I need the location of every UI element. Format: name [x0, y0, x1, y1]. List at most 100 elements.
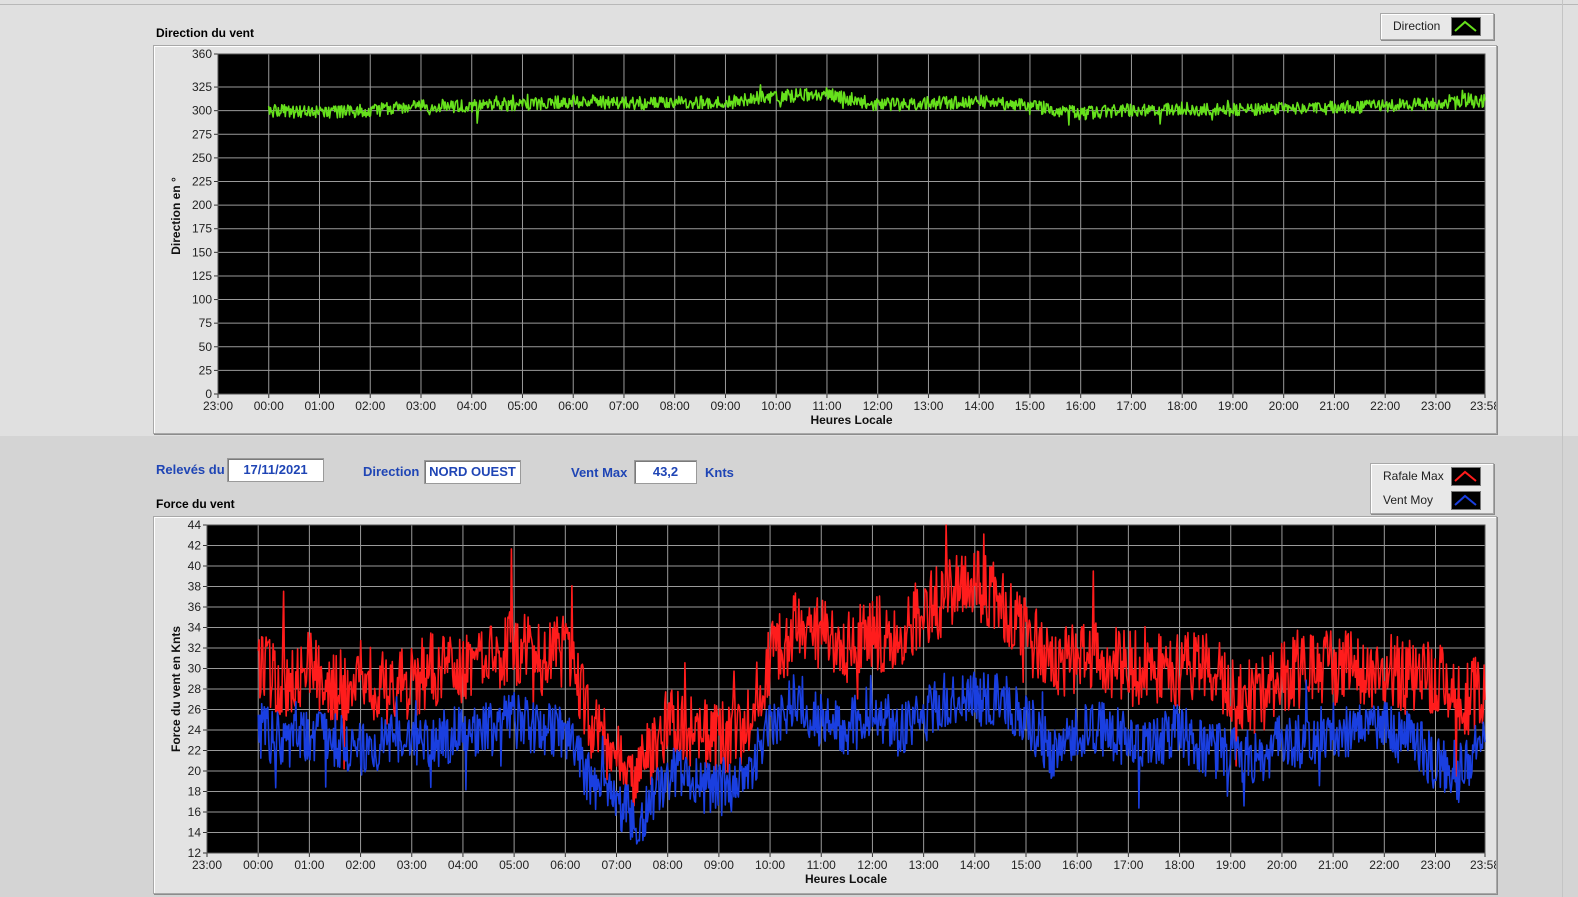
legend-item-vent-moy[interactable]: Vent Moy: [1371, 488, 1493, 512]
x-tick-label: 00:00: [243, 858, 273, 872]
right-separator: [1562, 0, 1563, 897]
legend-item-direction[interactable]: Direction: [1381, 14, 1493, 38]
y-tick-label: 34: [188, 621, 202, 635]
x-tick-label: 03:00: [397, 858, 427, 872]
x-tick-label: 14:00: [964, 399, 994, 413]
direction-swatch-icon: [1451, 17, 1481, 36]
y-tick-label: 22: [188, 744, 202, 758]
y-tick-label: 36: [188, 600, 202, 614]
y-tick-label: 40: [188, 559, 202, 573]
x-tick-label: 20:00: [1267, 858, 1297, 872]
y-axis-label: Force du vent en Knts: [169, 626, 183, 752]
y-tick-label: 38: [188, 580, 202, 594]
y-tick-label: 44: [188, 518, 202, 532]
x-tick-label: 23:58: [1470, 858, 1496, 872]
x-tick-label: 03:00: [406, 399, 436, 413]
legend-label-direction: Direction: [1393, 19, 1441, 33]
direction-chart-title: Direction du vent: [156, 26, 255, 40]
y-tick-label: 100: [192, 293, 212, 307]
y-tick-label: 18: [188, 785, 202, 799]
x-tick-label: 21:00: [1318, 858, 1348, 872]
x-tick-label: 09:00: [704, 858, 734, 872]
x-tick-label: 23:00: [1421, 399, 1451, 413]
x-tick-label: 04:00: [448, 858, 478, 872]
x-tick-label: 23:00: [1420, 858, 1450, 872]
x-tick-label: 05:00: [499, 858, 529, 872]
y-tick-label: 325: [192, 80, 212, 94]
y-tick-label: 225: [192, 175, 212, 189]
x-tick-label: 06:00: [558, 399, 588, 413]
x-tick-label: 11:00: [812, 399, 841, 413]
y-tick-label: 0: [205, 387, 212, 401]
direction-legend[interactable]: Direction: [1380, 13, 1494, 40]
y-tick-label: 360: [192, 47, 212, 61]
x-tick-label: 15:00: [1015, 399, 1045, 413]
x-tick-label: 23:00: [203, 399, 233, 413]
y-tick-label: 150: [192, 245, 212, 259]
x-tick-label: 22:00: [1370, 399, 1400, 413]
x-tick-label: 22:00: [1369, 858, 1399, 872]
date-field[interactable]: 17/11/2021: [227, 458, 324, 482]
force-chart[interactable]: 23:00 00:00 01:00 02:00 03:00 04:00 05:00 06:00…: [154, 517, 1496, 897]
x-tick-label: 00:00: [254, 399, 284, 413]
x-tick-label: 23:00: [192, 858, 222, 872]
y-tick-label: 275: [192, 127, 212, 141]
x-axis-label: Heures Locale: [805, 872, 887, 886]
x-tick-label: 05:00: [507, 399, 537, 413]
x-tick-label: 19:00: [1216, 858, 1246, 872]
x-tick-label: 09:00: [710, 399, 740, 413]
x-tick-label: 10:00: [755, 858, 785, 872]
x-tick-label: 14:00: [960, 858, 990, 872]
x-tick-label: 18:00: [1165, 858, 1195, 872]
x-tick-label: 21:00: [1319, 399, 1349, 413]
x-tick-label: 02:00: [355, 399, 385, 413]
legend-label-vent-moy: Vent Moy: [1383, 493, 1434, 507]
x-tick-label: 08:00: [660, 399, 690, 413]
x-tick-label: 10:00: [761, 399, 791, 413]
x-axis-label: Heures Locale: [810, 413, 892, 427]
y-tick-label: 300: [192, 104, 212, 118]
x-tick-label: 12:00: [857, 858, 887, 872]
y-tick-label: 50: [199, 340, 213, 354]
x-tick-label: 13:00: [913, 399, 943, 413]
x-tick-label: 17:00: [1113, 858, 1143, 872]
y-tick-label: 175: [192, 222, 212, 236]
y-tick-label: 200: [192, 198, 212, 212]
date-label: Relevés du: [156, 462, 225, 477]
y-tick-label: 25: [199, 363, 213, 377]
x-tick-label: 08:00: [653, 858, 683, 872]
vent-moy-swatch-icon: [1451, 491, 1481, 510]
direction-label: Direction: [363, 464, 420, 479]
x-tick-label: 01:00: [304, 399, 334, 413]
y-tick-label: 125: [192, 269, 212, 283]
x-tick-label: 07:00: [609, 399, 639, 413]
y-tick-label: 28: [188, 682, 202, 696]
y-tick-label: 30: [188, 662, 202, 676]
vent-max-field[interactable]: 43,2: [634, 460, 697, 484]
x-tick-label: 04:00: [457, 399, 487, 413]
force-legend[interactable]: Rafale Max Vent Moy: [1370, 463, 1494, 514]
legend-item-rafale-max[interactable]: Rafale Max: [1371, 464, 1493, 488]
x-tick-label: 13:00: [909, 858, 939, 872]
x-tick-label: 20:00: [1269, 399, 1299, 413]
y-tick-label: 24: [188, 723, 202, 737]
y-tick-label: 20: [188, 764, 202, 778]
direction-chart[interactable]: 23:00 00:00 01:00 02:00 03:00 04:00 05:00 06:00…: [154, 46, 1496, 433]
x-tick-label: 23:58: [1470, 399, 1496, 413]
y-tick-label: 14: [188, 826, 202, 840]
x-tick-label: 07:00: [601, 858, 631, 872]
x-tick-label: 18:00: [1167, 399, 1197, 413]
x-tick-label: 16:00: [1066, 399, 1096, 413]
rafale-max-swatch-icon: [1451, 467, 1481, 486]
y-axis-label: Direction en °: [169, 177, 183, 255]
direction-field[interactable]: NORD OUEST: [424, 460, 521, 484]
force-chart-title: Force du vent: [156, 497, 235, 511]
x-tick-label: 02:00: [346, 858, 376, 872]
y-tick-label: 250: [192, 151, 212, 165]
x-tick-label: 12:00: [863, 399, 893, 413]
legend-label-rafale-max: Rafale Max: [1383, 469, 1444, 483]
y-tick-label: 16: [188, 805, 202, 819]
vent-max-unit: Knts: [705, 465, 734, 480]
x-tick-label: 11:00: [807, 858, 836, 872]
top-separator: [0, 4, 1578, 5]
